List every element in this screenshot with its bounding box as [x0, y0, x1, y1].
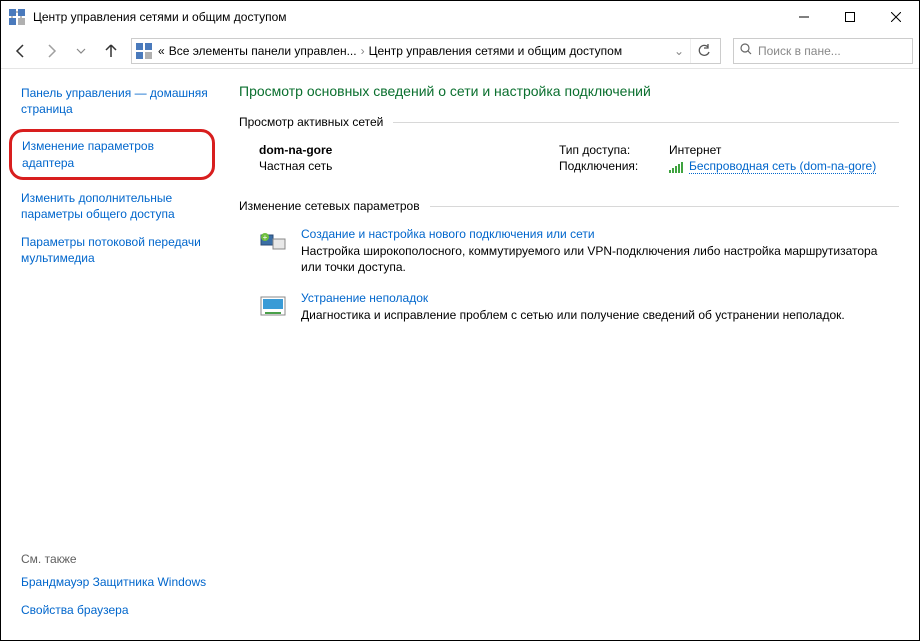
app-icon — [9, 9, 25, 25]
troubleshoot-link[interactable]: Устранение неполадок — [301, 291, 845, 305]
back-button[interactable] — [7, 37, 35, 65]
page-heading: Просмотр основных сведений о сети и наст… — [239, 83, 899, 99]
highlighted-sidebar-item: Изменение параметров адаптера — [9, 129, 215, 179]
search-icon — [740, 43, 752, 58]
see-also-label: См. также — [21, 552, 221, 566]
breadcrumb-icon — [136, 43, 152, 59]
breadcrumb-seg1[interactable]: Все элементы панели управлен... — [169, 44, 357, 58]
wifi-signal-icon — [669, 161, 683, 173]
change-params-label: Изменение сетевых параметров — [239, 199, 420, 213]
refresh-button[interactable] — [690, 38, 716, 64]
connection-link[interactable]: Беспроводная сеть (dom-na-gore) — [689, 159, 876, 174]
active-networks-label: Просмотр активных сетей — [239, 115, 383, 129]
search-input[interactable]: Поиск в пане... — [733, 38, 913, 64]
sidebar-streaming-link[interactable]: Параметры потоковой передачи мультимедиа — [21, 234, 221, 266]
change-params-section: Изменение сетевых параметров — [239, 199, 899, 213]
maximize-button[interactable] — [827, 1, 873, 33]
forward-button[interactable] — [37, 37, 65, 65]
sidebar-sharing-link[interactable]: Изменить дополнительные параметры общего… — [21, 190, 221, 222]
troubleshoot-desc: Диагностика и исправление проблем с сеть… — [301, 307, 845, 323]
nav-bar: « Все элементы панели управлен... › Цент… — [1, 33, 919, 69]
troubleshoot-icon — [259, 291, 291, 323]
search-placeholder: Поиск в пане... — [758, 44, 841, 58]
breadcrumb-prefix: « — [158, 44, 165, 58]
sidebar-home-link[interactable]: Панель управления — домашняя страница — [21, 85, 221, 117]
sidebar: Панель управления — домашняя страница Из… — [1, 69, 233, 640]
window-title: Центр управления сетями и общим доступом — [33, 10, 781, 24]
connections-label: Подключения: — [559, 159, 669, 173]
create-connection-icon: + — [259, 227, 291, 259]
main-panel: Просмотр основных сведений о сети и наст… — [233, 69, 919, 640]
chevron-right-icon: › — [361, 44, 365, 58]
access-type-label: Тип доступа: — [559, 143, 669, 157]
param-item-create-connection: + Создание и настройка нового подключени… — [259, 227, 899, 275]
breadcrumb-seg2[interactable]: Центр управления сетями и общим доступом — [369, 44, 623, 58]
up-button[interactable] — [97, 37, 125, 65]
sidebar-browser-link[interactable]: Свойства браузера — [21, 602, 221, 618]
create-connection-desc: Настройка широкополосного, коммутируемог… — [301, 243, 899, 275]
minimize-button[interactable] — [781, 1, 827, 33]
recent-locations-button[interactable] — [67, 37, 95, 65]
access-type-value: Интернет — [669, 143, 721, 157]
breadcrumb[interactable]: « Все элементы панели управлен... › Цент… — [131, 38, 721, 64]
active-networks-section: Просмотр активных сетей — [239, 115, 899, 129]
svg-text:+: + — [263, 233, 268, 242]
sidebar-firewall-link[interactable]: Брандмауэр Защитника Windows — [21, 574, 221, 590]
create-connection-link[interactable]: Создание и настройка нового подключения … — [301, 227, 899, 241]
param-item-troubleshoot: Устранение неполадок Диагностика и испра… — [259, 291, 899, 323]
network-type: Частная сеть — [259, 159, 559, 173]
chevron-down-icon[interactable]: ⌄ — [674, 44, 684, 58]
close-button[interactable] — [873, 1, 919, 33]
window-controls — [781, 1, 919, 33]
title-bar: Центр управления сетями и общим доступом — [1, 1, 919, 33]
network-name: dom-na-gore — [259, 143, 559, 157]
network-row: dom-na-gore Частная сеть Тип доступа: Ин… — [259, 143, 899, 175]
sidebar-adapter-link[interactable]: Изменение параметров адаптера — [22, 138, 202, 170]
